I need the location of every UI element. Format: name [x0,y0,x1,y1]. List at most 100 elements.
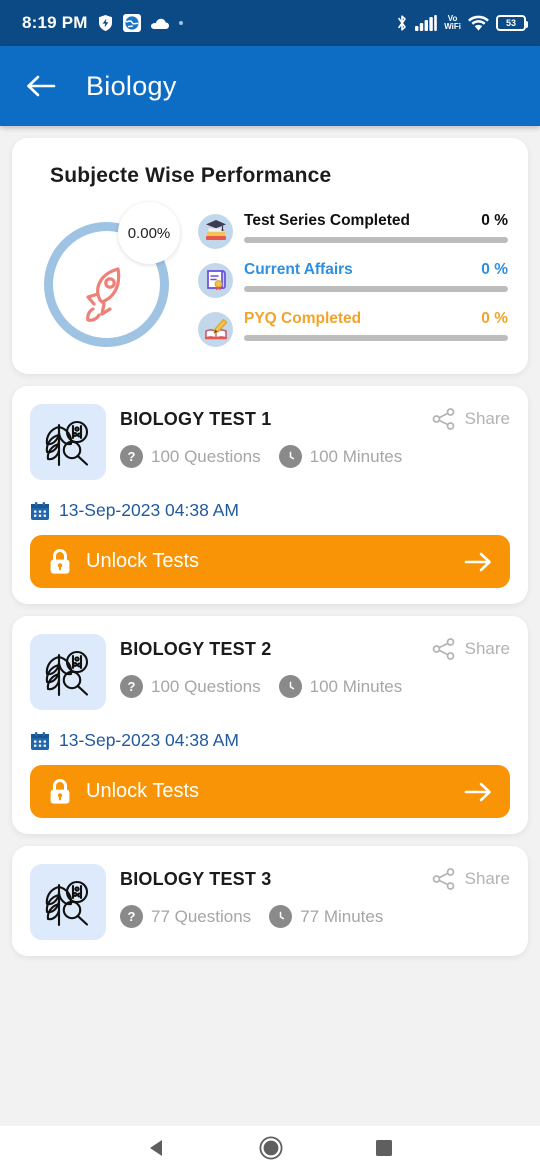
test-card[interactable]: BIOLOGY TEST 3 Share ? 77 Questions 77 M… [12,846,528,956]
unlock-tests-button[interactable]: Unlock Tests [30,765,510,818]
metric-row: Current Affairs 0 % [198,261,508,298]
recents-square-icon[interactable] [374,1138,394,1158]
test-card-body: BIOLOGY TEST 1 Share ? 100 Questions 100… [120,404,510,480]
progress-percent-label: 0.00% [118,202,180,264]
test-card[interactable]: BIOLOGY TEST 2 Share ? 100 Questions 100… [12,616,528,834]
share-button[interactable]: Share [432,638,510,660]
clock-icon [278,445,302,468]
test-card-header: BIOLOGY TEST 1 Share ? 100 Questions 100… [30,404,510,480]
share-label: Share [464,639,510,658]
test-card-header: BIOLOGY TEST 3 Share ? 77 Questions 77 M… [30,864,510,940]
metric-progress-bar [244,236,508,243]
vowifi-icon: Vo WiFi [444,15,461,31]
share-button[interactable]: Share [432,868,510,890]
cellular-signal-icon [415,15,437,31]
metric-content: PYQ Completed 0 % [244,310,508,341]
calendar-icon [30,731,50,751]
test-date: 13-Sep-2023 04:38 AM [30,730,510,751]
android-navigation-bar [0,1126,540,1170]
status-bar-left: 8:19 PM [22,13,183,33]
metrics-list: Test Series Completed 0 % Current Affair… [198,208,508,347]
share-button[interactable]: Share [432,408,510,430]
questions-meta: ? 100 Questions [120,445,261,468]
minutes-label: 100 Minutes [309,446,403,466]
biology-leaf-microscope-icon [30,864,106,940]
metric-label: Test Series Completed [244,211,410,229]
lock-icon [48,548,72,575]
metric-row: PYQ Completed 0 % [198,310,508,347]
test-title: BIOLOGY TEST 2 [120,638,272,659]
test-date-label: 13-Sep-2023 04:38 AM [59,500,239,520]
test-meta: ? 100 Questions 100 Minutes [120,445,510,468]
minutes-label: 100 Minutes [309,676,403,696]
test-card[interactable]: BIOLOGY TEST 1 Share ? 100 Questions 100… [12,386,528,604]
questions-label: 100 Questions [151,446,261,466]
share-label: Share [464,869,510,888]
home-circle-icon[interactable] [259,1136,283,1160]
biology-leaf-microscope-icon [30,404,106,480]
minutes-meta: 77 Minutes [269,905,383,928]
minutes-meta: 100 Minutes [278,445,403,468]
test-date: 13-Sep-2023 04:38 AM [30,500,510,521]
metric-content: Current Affairs 0 % [244,261,508,292]
unlock-tests-label: Unlock Tests [86,550,200,572]
back-triangle-icon[interactable] [146,1137,168,1159]
graduation-books-icon [198,213,233,249]
question-mark-icon: ? [120,905,143,928]
scroll-content[interactable]: Subjecte Wise Performance 0.00% Test Ser… [0,126,540,1126]
arrow-left-icon[interactable] [26,74,56,98]
test-card-body: BIOLOGY TEST 2 Share ? 100 Questions 100… [120,634,510,710]
metric-progress-bar [244,285,508,292]
status-bar-right: Vo WiFi 53 [396,14,528,32]
metric-label: Current Affairs [244,260,353,278]
page-title: Biology [86,70,177,101]
globe-app-icon [122,14,141,32]
questions-meta: ? 77 Questions [120,905,251,928]
test-meta: ? 77 Questions 77 Minutes [120,905,510,928]
pencil-book-icon [198,311,233,347]
app-bar: Biology [0,46,540,126]
test-date-label: 13-Sep-2023 04:38 AM [59,730,239,750]
test-card-body: BIOLOGY TEST 3 Share ? 77 Questions 77 M… [120,864,510,940]
share-label: Share [464,409,510,428]
test-meta: ? 100 Questions 100 Minutes [120,675,510,698]
progress-ring-widget: 0.00% [32,202,184,352]
dot-icon [178,21,183,25]
question-mark-icon: ? [120,445,143,468]
performance-card: Subjecte Wise Performance 0.00% Test Ser… [12,138,528,374]
metric-label: PYQ Completed [244,309,362,327]
questions-label: 77 Questions [151,906,252,926]
metric-row: Test Series Completed 0 % [198,212,508,249]
bluetooth-icon [396,14,408,32]
lock-icon [48,778,72,805]
cloud-icon [150,17,170,30]
question-mark-icon: ? [120,675,143,698]
minutes-meta: 100 Minutes [278,675,403,698]
test-card-header: BIOLOGY TEST 2 Share ? 100 Questions 100… [30,634,510,710]
metric-value: 0 % [481,309,508,327]
wifi-icon [468,15,489,31]
arrow-right-icon [464,551,492,573]
status-bar-clock: 8:19 PM [22,13,88,32]
metric-progress-bar [244,334,508,341]
shield-icon [97,14,114,32]
vowifi-wifi-label: WiFi [444,22,461,31]
performance-body: 0.00% Test Series Completed 0 % Current … [32,202,508,352]
battery-percent-label: 53 [505,18,516,28]
clock-icon [278,675,302,698]
test-title: BIOLOGY TEST 3 [120,868,272,889]
metric-value: 0 % [481,211,508,229]
metric-content: Test Series Completed 0 % [244,212,508,243]
performance-card-title: Subjecte Wise Performance [50,164,332,187]
certificate-scroll-icon [198,262,233,298]
rocket-icon [76,264,138,329]
biology-leaf-microscope-icon [30,634,106,710]
test-title: BIOLOGY TEST 1 [120,408,272,429]
status-bar: 8:19 PM Vo WiFi 53 [0,0,540,46]
arrow-right-icon [464,781,492,803]
calendar-icon [30,501,50,521]
clock-icon [269,905,293,928]
unlock-tests-button[interactable]: Unlock Tests [30,535,510,588]
minutes-label: 77 Minutes [300,906,384,926]
questions-meta: ? 100 Questions [120,675,261,698]
